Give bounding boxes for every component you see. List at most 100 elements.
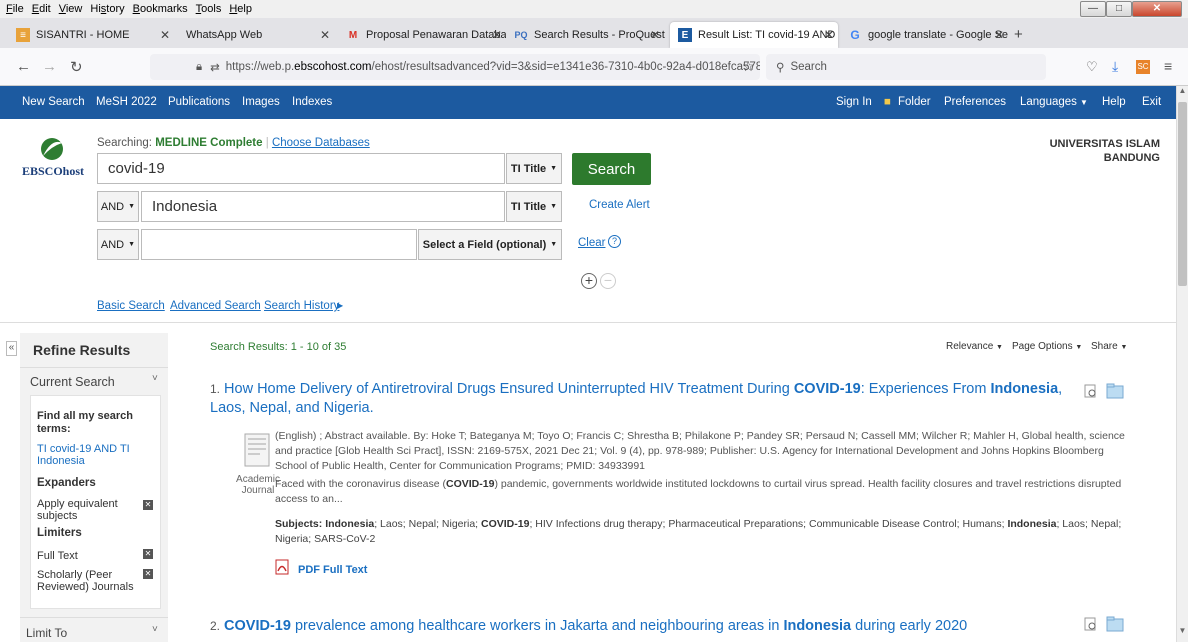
limit-to-header[interactable]: Limit To	[26, 626, 67, 640]
current-search-box: Find all my search terms: TI covid-19 AN…	[30, 395, 161, 609]
pdf-icon[interactable]	[275, 559, 289, 575]
sign-in-link[interactable]: Sign In	[836, 96, 872, 108]
scroll-down-icon[interactable]: ▼	[1177, 626, 1188, 640]
menu-item-view[interactable]: View	[59, 3, 83, 15]
advanced-search-link[interactable]: Advanced Search	[170, 300, 261, 312]
result-title[interactable]: 1. How Home Delivery of Antiretroviral D…	[210, 380, 1070, 418]
ebsco-logo[interactable]: EBSCOhost	[22, 136, 84, 180]
refine-sidebar: Refine Results Current Search ˅ Find all…	[20, 333, 168, 642]
add-to-folder-icon[interactable]	[1106, 383, 1124, 399]
tab-proquest[interactable]: PQ Search Results - ProQuest ✕	[506, 22, 668, 48]
boolean-select-3[interactable]: AND ▼	[97, 229, 139, 260]
help-link[interactable]: Help	[1102, 96, 1126, 108]
chevron-down-icon[interactable]: ˅	[152, 624, 158, 635]
extension-icon[interactable]: SC	[1136, 60, 1150, 74]
list-icon: ≡	[16, 28, 30, 42]
bookmark-star-icon[interactable]: ☆	[742, 58, 755, 75]
proquest-icon: PQ	[514, 30, 528, 40]
menu-item-help[interactable]: Help	[229, 3, 252, 15]
folder-link[interactable]: Folder	[898, 96, 931, 108]
folder-add-icon	[1106, 383, 1124, 399]
tab-ebsco-results[interactable]: E Result List: TI covid-19 AND TI I ✕	[670, 22, 838, 48]
close-icon[interactable]: ✕	[492, 28, 502, 42]
tab-whatsapp[interactable]: WhatsApp Web ✕	[178, 22, 338, 48]
menu-item-bookmarks[interactable]: Bookmarks	[133, 3, 188, 15]
pdf-full-text-link[interactable]: PDF Full Text	[298, 564, 367, 576]
choose-databases-link[interactable]: Choose Databases	[272, 137, 370, 149]
preview-icon[interactable]	[1084, 617, 1098, 631]
result-meta: (English) ; Abstract available. By: Hoke…	[275, 430, 1125, 472]
remove-expander-icon[interactable]: ✕	[143, 500, 153, 510]
page-scrollbar[interactable]: ▲ ▼	[1176, 86, 1188, 642]
clear-link[interactable]: Clear	[578, 237, 605, 249]
add-row-icon[interactable]: +	[581, 273, 597, 289]
publications-link[interactable]: Publications	[168, 96, 230, 108]
add-to-folder-icon[interactable]	[1106, 616, 1124, 632]
close-icon[interactable]: ✕	[994, 28, 1004, 42]
download-icon[interactable]: ⤓	[1112, 58, 1118, 75]
close-window-button[interactable]: ✕	[1132, 1, 1182, 17]
relevance-sort[interactable]: Relevance ▼	[946, 341, 1003, 352]
scrollbar-thumb[interactable]	[1178, 102, 1187, 286]
languages-link[interactable]: Languages	[1020, 96, 1077, 108]
forward-icon[interactable]: →	[42, 58, 57, 75]
exit-link[interactable]: Exit	[1142, 96, 1161, 108]
pocket-icon[interactable]: ♡	[1086, 59, 1098, 75]
remove-limiter-icon[interactable]: ✕	[143, 569, 153, 579]
preferences-link[interactable]: Preferences	[944, 96, 1006, 108]
minimize-button[interactable]: —	[1080, 1, 1106, 17]
search-input-2[interactable]: Indonesia	[141, 191, 505, 222]
field-select-1[interactable]: TI Title ▼	[506, 153, 562, 184]
gmail-icon: M	[348, 29, 358, 41]
search-button[interactable]: Search	[572, 153, 651, 185]
mesh-link[interactable]: MeSH 2022	[96, 96, 157, 108]
database-name: MEDLINE Complete	[155, 137, 263, 149]
images-link[interactable]: Images	[242, 96, 280, 108]
indexes-link[interactable]: Indexes	[292, 96, 332, 108]
basic-search-link[interactable]: Basic Search	[97, 300, 165, 312]
close-icon[interactable]: ✕	[160, 28, 170, 42]
field-select-3[interactable]: Select a Field (optional) ▼	[418, 229, 562, 260]
tab-strip: ≡ SISANTRI - HOME ✕ WhatsApp Web ✕ M Pro…	[0, 18, 1188, 48]
help-icon[interactable]: ?	[608, 235, 621, 248]
current-search-header[interactable]: Current Search	[30, 375, 115, 389]
menu-item-history[interactable]: History	[90, 3, 124, 15]
close-icon[interactable]: ✕	[320, 28, 330, 42]
remove-limiter-icon[interactable]: ✕	[143, 549, 153, 559]
reload-icon[interactable]: ↻	[70, 58, 83, 76]
maximize-button[interactable]: □	[1106, 1, 1132, 17]
tab-sisantri[interactable]: ≡ SISANTRI - HOME ✕	[8, 22, 178, 48]
query-link[interactable]: TI covid-19 AND TI Indonesia	[37, 443, 137, 467]
page-options-menu[interactable]: Page Options ▼	[1012, 341, 1082, 352]
result-title[interactable]: 2. COVID-19 prevalence among healthcare …	[210, 617, 1070, 636]
folder-icon: ■	[884, 96, 891, 108]
create-alert-link[interactable]: Create Alert	[589, 199, 650, 211]
search-history-link[interactable]: Search History	[264, 300, 339, 312]
tab-google[interactable]: G google translate - Google Searc ✕	[840, 22, 1008, 48]
new-tab-icon[interactable]: +	[1014, 26, 1023, 43]
refine-title: Refine Results	[33, 342, 131, 358]
nav-bar: ← → ↻ ⛉ 🔒︎ ⇄ https://web.p.ebscohost.com…	[0, 48, 1188, 86]
close-icon[interactable]: ✕	[650, 28, 660, 42]
search-input-3[interactable]	[141, 229, 417, 260]
new-search-link[interactable]: New Search	[22, 96, 85, 108]
scroll-up-icon[interactable]: ▲	[1177, 86, 1188, 100]
remove-row-icon[interactable]: −	[600, 273, 616, 289]
tab-gmail[interactable]: M Proposal Penawaran Database F ✕	[338, 22, 506, 48]
url-bar[interactable]: 🔒︎ ⇄ https://web.p. ebscohost.com/ehost/r…	[150, 54, 760, 80]
chevron-down-icon[interactable]: ˅	[152, 373, 158, 384]
back-icon[interactable]: ←	[16, 58, 31, 75]
menu-icon[interactable]: ≡	[1164, 58, 1172, 74]
chevron-down-icon: ▼	[1075, 344, 1083, 351]
collapse-sidebar-button[interactable]: «	[6, 341, 17, 356]
boolean-select-2[interactable]: AND ▼	[97, 191, 139, 222]
menu-item-tools[interactable]: Tools	[196, 3, 222, 15]
search-input-1[interactable]: covid-19	[97, 153, 505, 184]
field-select-2[interactable]: TI Title ▼	[506, 191, 562, 222]
share-menu[interactable]: Share ▼	[1091, 341, 1127, 352]
close-icon[interactable]: ✕	[824, 28, 834, 42]
menu-item-file[interactable]: File	[6, 3, 24, 15]
menu-item-edit[interactable]: Edit	[32, 3, 51, 15]
preview-icon[interactable]	[1084, 384, 1098, 398]
browser-search-input[interactable]: ⚲ Search	[766, 54, 1046, 80]
